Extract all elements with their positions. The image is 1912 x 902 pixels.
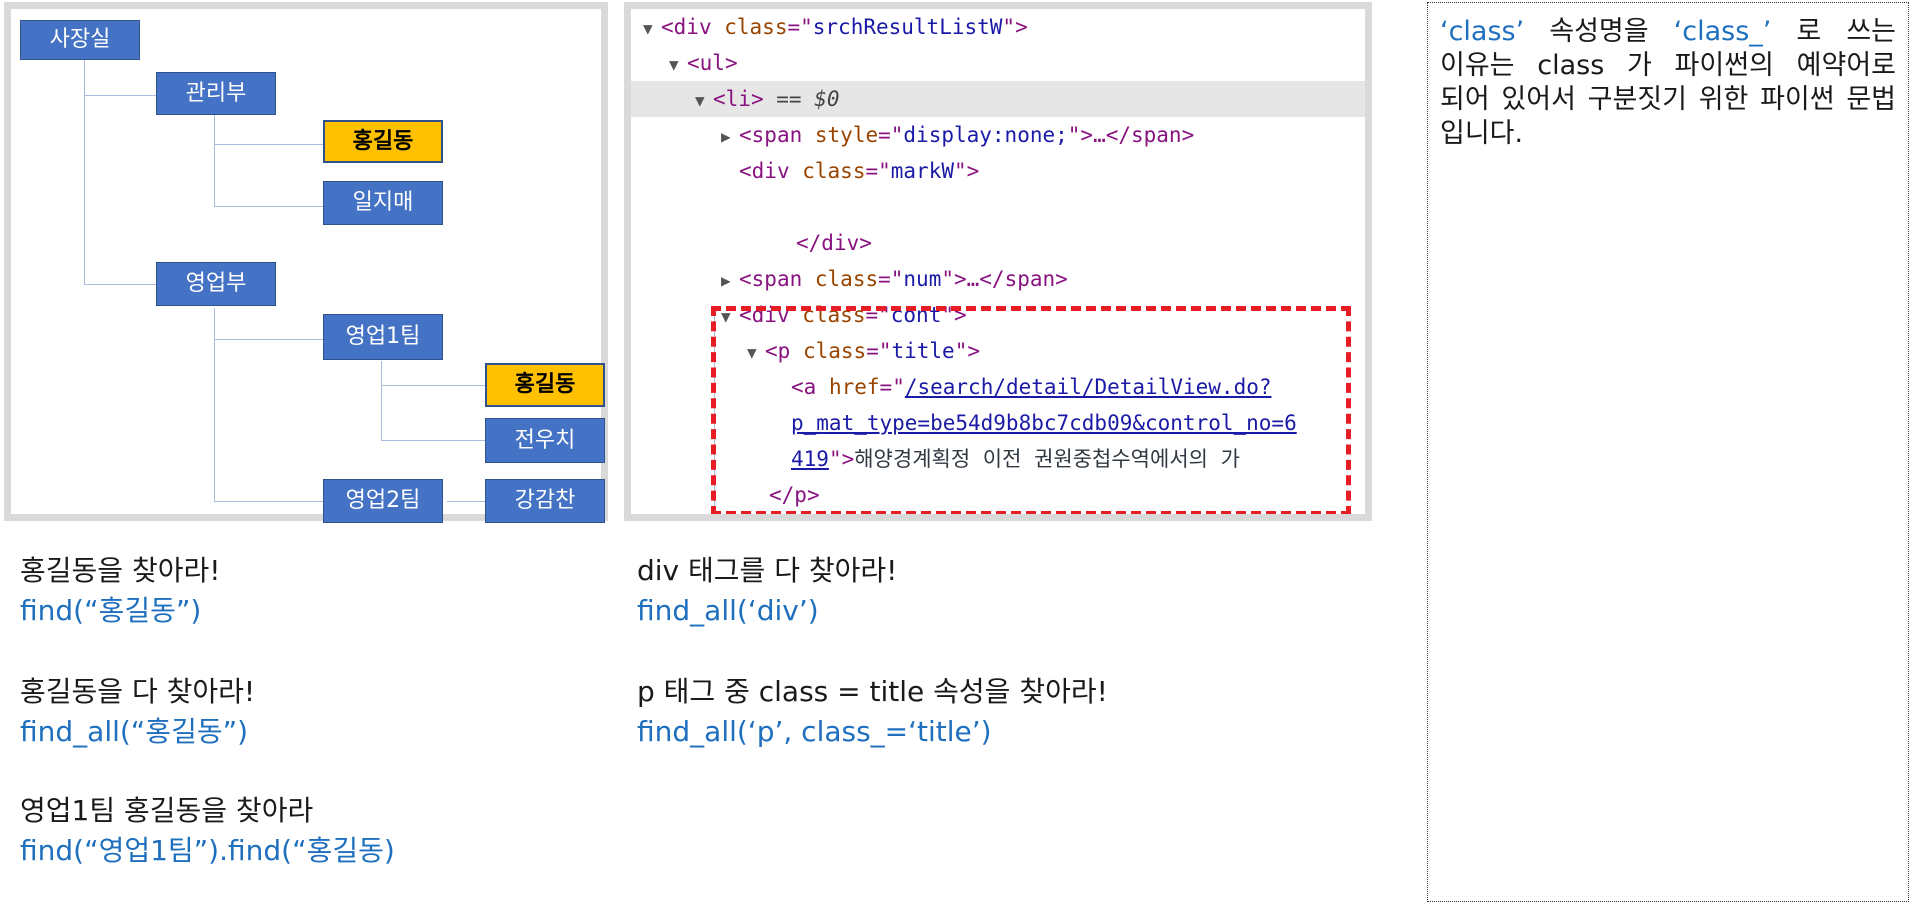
code-line[interactable]: ▼ <ul> [631,45,1365,81]
connector-line [381,361,382,441]
connector-line [84,95,164,96]
connector-line [214,115,215,207]
connector-line [447,501,487,502]
collapse-triangle-icon[interactable]: ▶ [721,119,739,155]
caption-text: div 태그를 다 찾아라! [637,554,898,587]
code-line[interactable]: </div> [631,225,1365,261]
node-sales-team-1: 영업1팀 [323,314,443,360]
caption-text: 홍길동을 찾아라! [20,554,221,587]
expand-triangle-icon[interactable]: ▼ [669,47,687,83]
caption-code: find_all(‘div’) [637,594,819,627]
connector-line [214,206,327,207]
node-admin-member-1: 홍길동 [323,120,443,163]
caption-code: find_all(‘p’, class_=‘title’) [637,715,992,748]
node-admin-dept: 관리부 [156,72,276,115]
connector-line [214,144,327,145]
code-line[interactable]: <div class="markW"> [631,153,1365,189]
node-sales-dept: 영업부 [156,262,276,306]
selected-marker: == $0 [776,87,840,111]
caption-code: find_all(“홍길동”) [20,715,249,748]
connector-line [214,501,327,502]
expand-triangle-icon[interactable]: ▼ [643,11,661,47]
connector-line [381,385,487,386]
note-keyword: ‘class’ [1440,16,1525,47]
connector-line [84,55,85,284]
caption-code: find(“영업1팀”).find(“홍길동) [20,834,395,867]
connector-line [381,440,487,441]
node-team1-member-1: 홍길동 [485,363,605,407]
node-team1-member-2: 전우치 [485,418,605,463]
collapse-triangle-icon[interactable]: ▶ [721,263,739,299]
code-line-selected[interactable]: ▼ <li> == $0 [631,81,1365,117]
caption-text: 홍길동을 다 찾아라! [20,675,256,708]
devtools-panel: ▼ <div class="srchResultListW"> ▼ <ul> ▼ <l… [624,2,1372,521]
caption-text: p 태그 중 class = title 속성을 찾아라! [637,675,1108,708]
code-line[interactable]: ▶ <span class="num">…</span> [631,261,1365,297]
note-text: ‘class’ 속성명을 ‘class_’ 로 쓰는 이유는 class 가 파… [1440,16,1896,149]
node-sales-team-2: 영업2팀 [323,479,443,523]
code-line[interactable]: ▼ <div class="srchResultListW"> [631,9,1365,45]
note-keyword: ‘class_’ [1673,16,1772,47]
caption-text: 영업1팀 홍길동을 찾아라 [20,794,314,827]
expand-triangle-icon[interactable]: ▼ [695,83,713,119]
org-chart-panel: 사장실 관리부 홍길동 일지매 영업부 영업1팀 홍길동 전우치 영업2팀 강감… [4,2,608,523]
connector-line [214,339,327,340]
highlight-dashed-box [711,306,1351,514]
connector-line [214,308,215,501]
node-admin-member-2: 일지매 [323,181,443,225]
note-box: ‘class’ 속성명을 ‘class_’ 로 쓰는 이유는 class 가 파… [1427,2,1909,902]
code-line[interactable]: ▶ <span style="display:none;">…</span> [631,117,1365,153]
connector-line [84,284,164,285]
node-team2-member-1: 강감찬 [485,479,605,523]
caption-code: find(“홍길동”) [20,594,202,627]
node-ceo: 사장실 [20,20,140,60]
